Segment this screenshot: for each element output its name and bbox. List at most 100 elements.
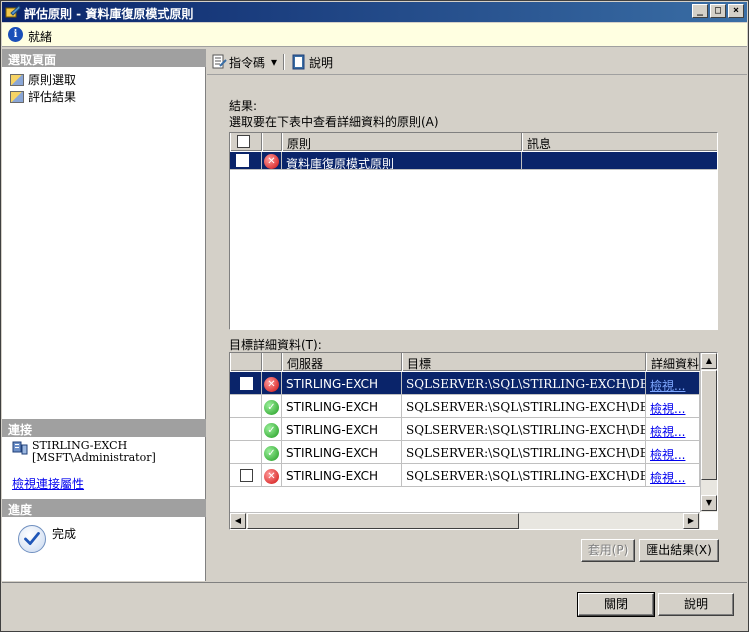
connection-header: 連接: [2, 419, 206, 437]
toolbar: 指令碼 ▾ 說明: [207, 49, 747, 75]
server-column-header[interactable]: 伺服器: [282, 353, 402, 371]
scroll-up-arrow-icon[interactable]: ▲: [701, 353, 717, 369]
close-button[interactable]: 關閉: [577, 592, 655, 617]
table-row[interactable]: ✕ 資料庫復原模式原則: [230, 152, 717, 170]
table-row[interactable]: ✓ STIRLING-EXCH SQLSERVER:\SQL\STIRLING-…: [230, 418, 700, 441]
minimize-button[interactable]: _: [692, 4, 708, 18]
script-icon: [212, 54, 227, 69]
target-cell: SQLSERVER:\SQL\STIRLING-EXCH\DEFAUL...: [402, 395, 646, 417]
server-cell: STIRLING-EXCH: [282, 441, 402, 463]
vertical-scroll-thumb[interactable]: [701, 370, 717, 480]
page-icon: [10, 74, 24, 86]
script-button[interactable]: 指令碼 ▾: [211, 53, 277, 71]
details-column-header[interactable]: 詳細資料: [646, 353, 700, 371]
error-icon: ✕: [264, 469, 279, 484]
row-checkbox-cell[interactable]: [230, 152, 262, 169]
results-grid-header: 原則 訊息: [230, 133, 717, 151]
help-icon: [292, 54, 305, 70]
details-grid-header: 伺服器 目標 詳細資料: [230, 353, 700, 371]
results-grid: 原則 訊息 ✕ 資料庫復原模式原則: [229, 132, 718, 330]
scroll-down-arrow-icon[interactable]: ▼: [701, 495, 717, 511]
maximize-button[interactable]: □: [710, 4, 726, 18]
status-column-header: [262, 353, 282, 371]
select-page-header: 選取頁面: [2, 49, 206, 67]
title-bar[interactable]: 評估原則 - 資料庫復原模式原則 _ □ ×: [2, 2, 747, 22]
select-all-checkbox[interactable]: [237, 135, 250, 148]
error-icon: ✕: [264, 377, 279, 392]
dialog-button-bar: 關閉 說明: [2, 582, 747, 631]
status-cell: ✕: [262, 464, 282, 486]
details-cell: 檢視...: [646, 372, 700, 394]
help-toolbar-label: 說明: [309, 55, 334, 70]
policy-column-header[interactable]: 原則: [282, 133, 522, 151]
results-instruction: 選取要在下表中查看詳細資料的原則(A): [229, 115, 439, 129]
details-cell: 檢視...: [646, 464, 700, 486]
details-cell: 檢視...: [646, 418, 700, 440]
view-details-link[interactable]: 檢視...: [650, 379, 685, 393]
table-row[interactable]: ✓ STIRLING-EXCH SQLSERVER:\SQL\STIRLING-…: [230, 441, 700, 464]
row-checkbox-cell[interactable]: [230, 372, 262, 394]
error-icon: ✕: [264, 154, 279, 169]
help-toolbar-button[interactable]: 說明: [291, 53, 333, 71]
view-details-link[interactable]: 檢視...: [650, 402, 685, 416]
target-details-grid: 伺服器 目標 詳細資料 ✕ STIRLING-EXCH SQLSERVER:\S…: [229, 352, 718, 530]
horizontal-scroll-thumb[interactable]: [247, 513, 519, 529]
details-cell: 檢視...: [646, 395, 700, 417]
select-all-checkbox-cell[interactable]: [230, 133, 262, 151]
left-pane: 選取頁面 原則選取 評估結果 連接 STIRLING-EXCH [MSFT\Ad…: [2, 49, 206, 581]
policy-app-icon: [5, 5, 21, 18]
view-details-link[interactable]: 檢視...: [650, 471, 685, 485]
target-details-label: 目標詳細資料(T):: [229, 338, 322, 352]
view-connection-properties-link[interactable]: 檢視連接屬性: [12, 475, 84, 492]
message-cell: [522, 152, 717, 169]
row-checkbox[interactable]: [236, 154, 249, 167]
apply-button[interactable]: 套用(P): [581, 539, 635, 562]
view-details-link[interactable]: 檢視...: [650, 425, 685, 439]
view-details-link[interactable]: 檢視...: [650, 448, 685, 462]
results-label: 結果:: [229, 99, 258, 113]
right-pane: 指令碼 ▾ 說明 結果: 選取要在下表中查看詳細資料的原則(A) 原則 訊息 ✕…: [207, 49, 747, 581]
chevron-down-icon[interactable]: ▾: [271, 55, 277, 69]
status-cell: ✕: [262, 372, 282, 394]
target-cell: SQLSERVER:\SQL\STIRLING-EXCH\DEFAUL...: [402, 418, 646, 440]
status-cell: ✓: [262, 395, 282, 417]
server-cell: STIRLING-EXCH: [282, 464, 402, 486]
details-vertical-scrollbar[interactable]: ▲ ▼: [700, 353, 717, 512]
row-checkbox-cell[interactable]: [230, 464, 262, 486]
table-row[interactable]: ✓ STIRLING-EXCH SQLSERVER:\SQL\STIRLING-…: [230, 395, 700, 418]
success-icon: ✓: [264, 400, 279, 415]
status-cell: ✓: [262, 441, 282, 463]
row-checkbox-cell: [230, 395, 262, 417]
close-window-button[interactable]: ×: [728, 4, 744, 18]
help-button[interactable]: 說明: [658, 593, 734, 616]
scroll-right-arrow-icon[interactable]: ▶: [683, 513, 699, 529]
export-results-button[interactable]: 匯出結果(X): [639, 539, 719, 562]
row-checkbox-cell: [230, 418, 262, 440]
table-row[interactable]: ✕ STIRLING-EXCH SQLSERVER:\SQL\STIRLING-…: [230, 372, 700, 395]
status-cell: ✕: [262, 152, 282, 169]
table-row[interactable]: ✕ STIRLING-EXCH SQLSERVER:\SQL\STIRLING-…: [230, 464, 700, 487]
message-column-header[interactable]: 訊息: [522, 133, 717, 151]
server-connection-icon: [12, 441, 28, 455]
nav-item-policy-selection[interactable]: 原則選取: [10, 71, 76, 87]
nav-item-label: 原則選取: [28, 73, 77, 87]
server-cell: STIRLING-EXCH: [282, 372, 402, 394]
scroll-left-arrow-icon[interactable]: ◀: [230, 513, 246, 529]
target-column-header[interactable]: 目標: [402, 353, 646, 371]
window-title: 評估原則 - 資料庫復原模式原則: [24, 7, 194, 21]
progress-status: 完成: [52, 527, 77, 541]
details-horizontal-scrollbar[interactable]: ◀ ▶: [230, 512, 700, 529]
connection-info: STIRLING-EXCH [MSFT\Administrator]: [32, 440, 156, 464]
nav-item-evaluation-results[interactable]: 評估結果: [10, 88, 77, 104]
page-icon: [10, 91, 24, 103]
info-icon: i: [8, 27, 23, 42]
row-checkbox[interactable]: [240, 377, 253, 390]
completed-checkmark-icon: [18, 525, 46, 553]
server-cell: STIRLING-EXCH: [282, 395, 402, 417]
toolbar-separator: [283, 54, 285, 70]
nav-item-label: 評估結果: [28, 90, 77, 104]
row-checkbox[interactable]: [240, 469, 253, 482]
policy-cell: 資料庫復原模式原則: [282, 152, 522, 169]
target-cell: SQLSERVER:\SQL\STIRLING-EXCH\DEFAUL...: [402, 372, 646, 394]
policy-evaluation-window: 評估原則 - 資料庫復原模式原則 _ □ × i 就緒 選取頁面 原則選取 評估…: [0, 0, 749, 632]
